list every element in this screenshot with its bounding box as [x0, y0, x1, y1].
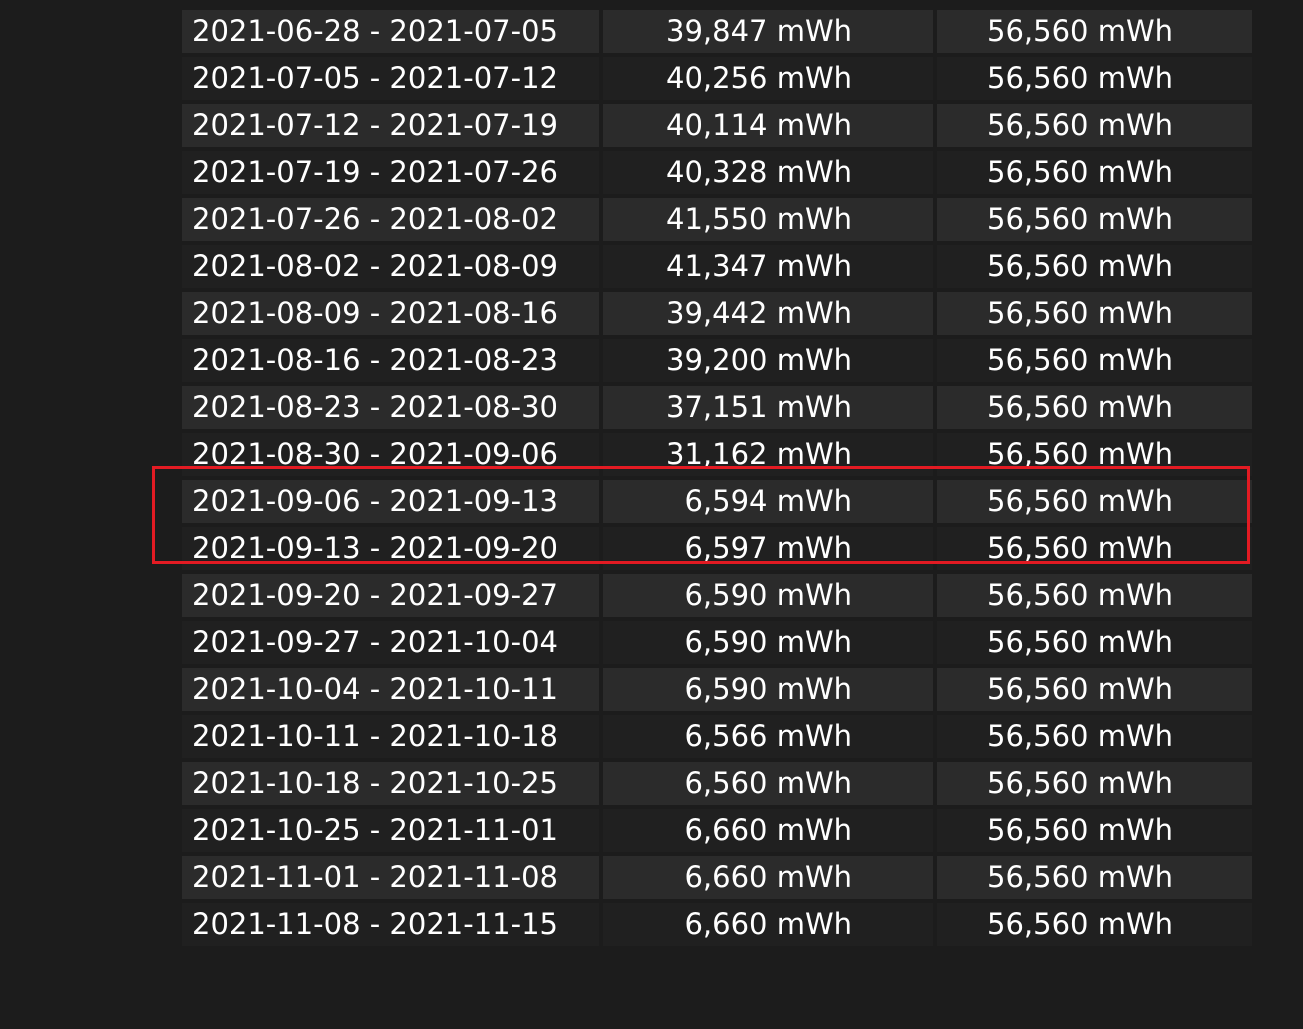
full-charge-capacity-cell: 41,347 mWh — [603, 245, 933, 288]
table-row: 2021-10-04 - 2021-10-11 6,590 mWh 56,560 m… — [182, 668, 1252, 711]
period-cell: 2021-06-28 - 2021-07-05 — [182, 10, 599, 53]
design-capacity-cell: 56,560 mWh — [937, 10, 1252, 53]
design-capacity-cell: 56,560 mWh — [937, 574, 1252, 617]
period-cell: 2021-09-13 - 2021-09-20 — [182, 527, 599, 570]
period-cell: 2021-07-26 - 2021-08-02 — [182, 198, 599, 241]
table-row: 2021-06-28 - 2021-07-05 39,847 mWh 56,560 … — [182, 10, 1252, 53]
design-capacity-cell: 56,560 mWh — [937, 856, 1252, 899]
table-row: 2021-09-13 - 2021-09-20 6,597 mWh 56,560 m… — [182, 527, 1252, 570]
full-charge-capacity-cell: 6,560 mWh — [603, 762, 933, 805]
period-cell: 2021-09-20 - 2021-09-27 — [182, 574, 599, 617]
table-row: 2021-08-02 - 2021-08-09 41,347 mWh 56,560 … — [182, 245, 1252, 288]
design-capacity-cell: 56,560 mWh — [937, 903, 1252, 946]
design-capacity-cell: 56,560 mWh — [937, 809, 1252, 852]
table-row: 2021-08-23 - 2021-08-30 37,151 mWh 56,560 … — [182, 386, 1252, 429]
table-body: 2021-06-28 - 2021-07-05 39,847 mWh 56,560 … — [182, 10, 1252, 946]
full-charge-capacity-cell: 39,442 mWh — [603, 292, 933, 335]
table-row: 2021-09-20 - 2021-09-27 6,590 mWh 56,560 m… — [182, 574, 1252, 617]
period-cell: 2021-08-09 - 2021-08-16 — [182, 292, 599, 335]
full-charge-capacity-cell: 6,660 mWh — [603, 903, 933, 946]
full-charge-capacity-cell: 40,114 mWh — [603, 104, 933, 147]
table-row: 2021-07-19 - 2021-07-26 40,328 mWh 56,560 … — [182, 151, 1252, 194]
full-charge-capacity-cell: 6,590 mWh — [603, 574, 933, 617]
period-cell: 2021-07-19 - 2021-07-26 — [182, 151, 599, 194]
design-capacity-cell: 56,560 mWh — [937, 104, 1252, 147]
design-capacity-cell: 56,560 mWh — [937, 433, 1252, 476]
period-cell: 2021-10-25 - 2021-11-01 — [182, 809, 599, 852]
period-cell: 2021-07-05 - 2021-07-12 — [182, 57, 599, 100]
design-capacity-cell: 56,560 mWh — [937, 668, 1252, 711]
full-charge-capacity-cell: 39,847 mWh — [603, 10, 933, 53]
table-row: 2021-10-11 - 2021-10-18 6,566 mWh 56,560 m… — [182, 715, 1252, 758]
full-charge-capacity-cell: 31,162 mWh — [603, 433, 933, 476]
period-cell: 2021-08-30 - 2021-09-06 — [182, 433, 599, 476]
period-cell: 2021-07-12 - 2021-07-19 — [182, 104, 599, 147]
full-charge-capacity-cell: 39,200 mWh — [603, 339, 933, 382]
period-cell: 2021-10-18 - 2021-10-25 — [182, 762, 599, 805]
table-row: 2021-10-25 - 2021-11-01 6,660 mWh 56,560 m… — [182, 809, 1252, 852]
period-cell: 2021-10-11 - 2021-10-18 — [182, 715, 599, 758]
design-capacity-cell: 56,560 mWh — [937, 245, 1252, 288]
period-cell: 2021-08-16 - 2021-08-23 — [182, 339, 599, 382]
battery-report-page: 2021-06-28 - 2021-07-05 39,847 mWh 56,560 … — [0, 0, 1303, 1029]
design-capacity-cell: 56,560 mWh — [937, 386, 1252, 429]
design-capacity-cell: 56,560 mWh — [937, 292, 1252, 335]
full-charge-capacity-cell: 6,597 mWh — [603, 527, 933, 570]
design-capacity-cell: 56,560 mWh — [937, 339, 1252, 382]
full-charge-capacity-cell: 6,590 mWh — [603, 668, 933, 711]
full-charge-capacity-cell: 6,594 mWh — [603, 480, 933, 523]
full-charge-capacity-cell: 37,151 mWh — [603, 386, 933, 429]
table-row: 2021-08-30 - 2021-09-06 31,162 mWh 56,560 … — [182, 433, 1252, 476]
design-capacity-cell: 56,560 mWh — [937, 715, 1252, 758]
period-cell: 2021-10-04 - 2021-10-11 — [182, 668, 599, 711]
table-row: 2021-08-16 - 2021-08-23 39,200 mWh 56,560 … — [182, 339, 1252, 382]
table-row: 2021-07-26 - 2021-08-02 41,550 mWh 56,560 … — [182, 198, 1252, 241]
table-row: 2021-10-18 - 2021-10-25 6,560 mWh 56,560 m… — [182, 762, 1252, 805]
design-capacity-cell: 56,560 mWh — [937, 151, 1252, 194]
design-capacity-cell: 56,560 mWh — [937, 198, 1252, 241]
design-capacity-cell: 56,560 mWh — [937, 480, 1252, 523]
design-capacity-cell: 56,560 mWh — [937, 527, 1252, 570]
table-row: 2021-11-01 - 2021-11-08 6,660 mWh 56,560 m… — [182, 856, 1252, 899]
period-cell: 2021-11-08 - 2021-11-15 — [182, 903, 599, 946]
full-charge-capacity-cell: 41,550 mWh — [603, 198, 933, 241]
period-cell: 2021-08-02 - 2021-08-09 — [182, 245, 599, 288]
table-row: 2021-09-06 - 2021-09-13 6,594 mWh 56,560 m… — [182, 480, 1252, 523]
table-row: 2021-07-12 - 2021-07-19 40,114 mWh 56,560 … — [182, 104, 1252, 147]
full-charge-capacity-cell: 40,256 mWh — [603, 57, 933, 100]
full-charge-capacity-cell: 6,660 mWh — [603, 809, 933, 852]
full-charge-capacity-cell: 40,328 mWh — [603, 151, 933, 194]
period-cell: 2021-08-23 - 2021-08-30 — [182, 386, 599, 429]
full-charge-capacity-cell: 6,660 mWh — [603, 856, 933, 899]
table-row: 2021-08-09 - 2021-08-16 39,442 mWh 56,560 … — [182, 292, 1252, 335]
battery-capacity-history-table: 2021-06-28 - 2021-07-05 39,847 mWh 56,560 … — [178, 6, 1256, 950]
design-capacity-cell: 56,560 mWh — [937, 57, 1252, 100]
full-charge-capacity-cell: 6,590 mWh — [603, 621, 933, 664]
full-charge-capacity-cell: 6,566 mWh — [603, 715, 933, 758]
period-cell: 2021-11-01 - 2021-11-08 — [182, 856, 599, 899]
table-row: 2021-09-27 - 2021-10-04 6,590 mWh 56,560 m… — [182, 621, 1252, 664]
design-capacity-cell: 56,560 mWh — [937, 621, 1252, 664]
table-row: 2021-11-08 - 2021-11-15 6,660 mWh 56,560 m… — [182, 903, 1252, 946]
design-capacity-cell: 56,560 mWh — [937, 762, 1252, 805]
period-cell: 2021-09-06 - 2021-09-13 — [182, 480, 599, 523]
period-cell: 2021-09-27 - 2021-10-04 — [182, 621, 599, 664]
table-row: 2021-07-05 - 2021-07-12 40,256 mWh 56,560 … — [182, 57, 1252, 100]
